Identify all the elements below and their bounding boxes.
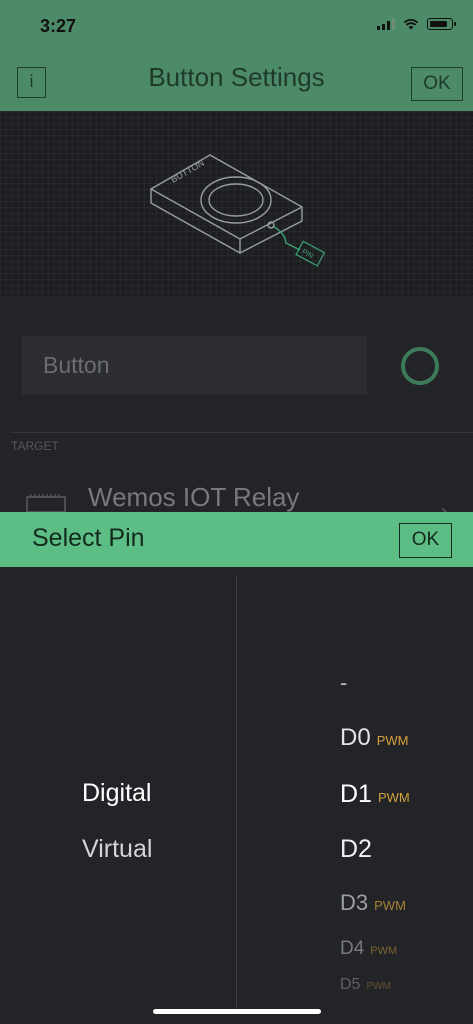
- pin-option-selected[interactable]: D1 PWM: [340, 780, 410, 809]
- wifi-icon: [403, 18, 419, 30]
- target-label: TARGET: [11, 439, 59, 453]
- button-widget-illustration-icon: BUTTON PIN: [150, 154, 326, 267]
- picker-divider: [236, 575, 237, 1010]
- pin-type-virtual[interactable]: Virtual: [82, 835, 152, 864]
- target-device-selector[interactable]: Wemos IOT Relay: [88, 482, 299, 513]
- pin-option-label: D1: [340, 780, 372, 808]
- pin-option[interactable]: D0 PWM: [340, 724, 408, 752]
- pin-option-label: D5: [340, 976, 361, 993]
- pin-option[interactable]: D2: [340, 835, 372, 864]
- color-picker-button[interactable]: [401, 347, 439, 385]
- pin-option[interactable]: D4 PWM: [340, 938, 397, 960]
- pin-option-label: D0: [340, 724, 371, 751]
- pin-option-label: D3: [340, 890, 369, 915]
- pin-option-label: D2: [340, 835, 372, 863]
- pin-option[interactable]: D3 PWM: [340, 890, 406, 916]
- select-pin-ok-button[interactable]: OK: [399, 523, 452, 558]
- pin-option[interactable]: D5 PWM: [340, 976, 391, 994]
- home-indicator[interactable]: [153, 1009, 321, 1014]
- pin-option[interactable]: -: [340, 670, 347, 696]
- settings-panel: [0, 296, 473, 512]
- page-title: Button Settings: [148, 62, 325, 92]
- pwm-badge: PWM: [366, 981, 391, 992]
- pin-option-label: D4: [340, 938, 365, 959]
- battery-icon: [427, 18, 456, 30]
- status-icons: [377, 18, 456, 30]
- pin-option-label: -: [340, 670, 348, 695]
- pwm-badge: PWM: [370, 945, 398, 957]
- select-pin-title: Select Pin: [32, 524, 145, 552]
- device-label: BUTTON: [169, 158, 206, 185]
- pwm-badge: PWM: [374, 898, 406, 913]
- button-name-value: Button: [43, 352, 110, 378]
- cellular-signal-icon: [377, 18, 395, 30]
- pwm-badge: PWM: [376, 733, 409, 748]
- divider: [10, 432, 473, 433]
- widget-preview: BUTTON PIN: [0, 111, 473, 296]
- device-board-icon: [26, 494, 66, 512]
- header-ok-button[interactable]: OK: [411, 67, 463, 101]
- status-time: 3:27: [40, 16, 77, 36]
- pin-type-digital[interactable]: Digital: [82, 779, 151, 808]
- pwm-badge: PWM: [377, 790, 410, 805]
